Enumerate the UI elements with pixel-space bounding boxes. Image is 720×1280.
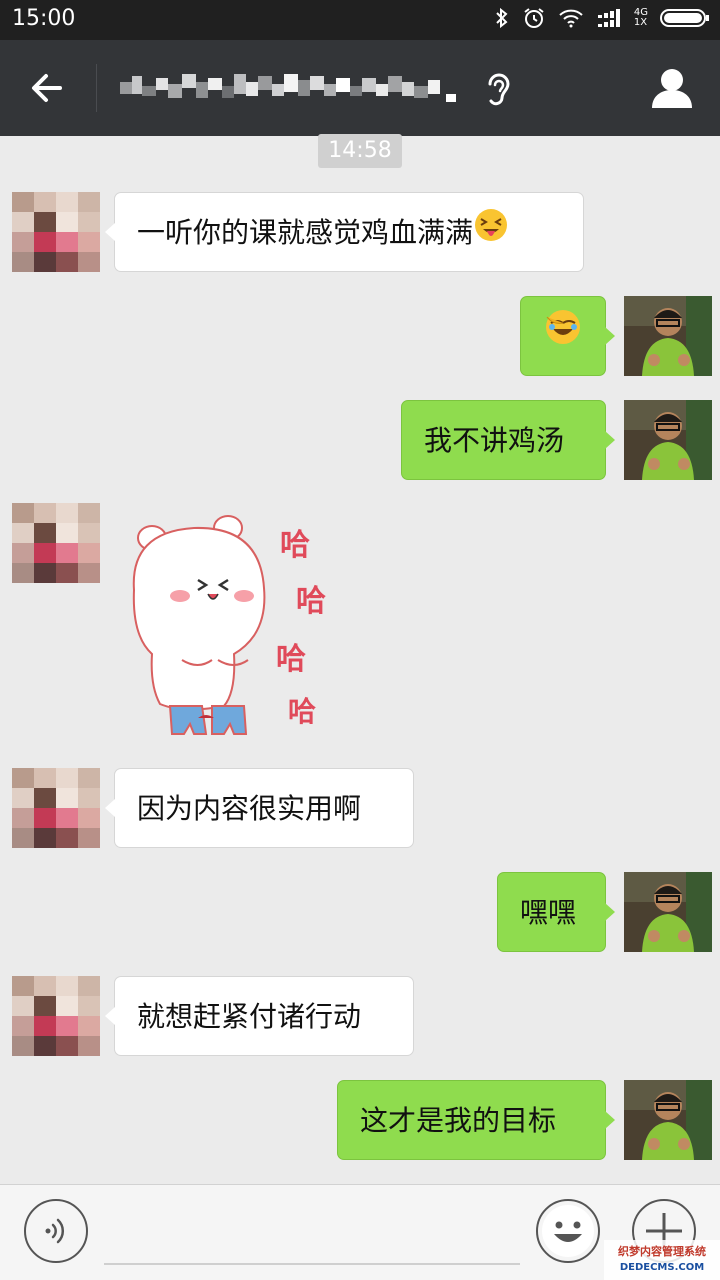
status-time: 15:00 [12,6,76,31]
wifi-icon [559,9,583,28]
bluetooth-icon [496,7,508,29]
message-input[interactable] [104,1263,520,1265]
contact-avatar[interactable] [12,768,100,848]
ear-icon[interactable] [484,68,514,110]
contact-avatar[interactable] [12,503,100,583]
user-avatar[interactable] [624,1080,712,1160]
contact-avatar[interactable] [12,976,100,1056]
message-text: 一听你的课就感觉鸡血满满 [137,216,474,249]
facepalm-laugh-emoji [543,298,583,378]
message-text: 就想赶紧付诸行动 [137,1000,362,1033]
watermark: 织梦内容管理系统 DEDECMS.COM [604,1240,720,1280]
user-avatar[interactable] [624,400,712,480]
sticker-laugh-text: 哈 [288,695,317,728]
pixelated-title [120,74,456,102]
network-label: 4G 1X [633,7,648,28]
message-text: 嘿嘿 [520,896,577,929]
chat-header [0,40,720,136]
sticker-laugh-text: 哈 [296,584,326,619]
nav-divider [96,64,97,112]
status-icons: 4G 1X [494,6,710,30]
signal-icon [597,9,620,27]
user-avatar[interactable] [624,296,712,376]
back-arrow-icon[interactable] [24,66,74,110]
message-bubble-right[interactable]: 我不讲鸡汤 [401,400,615,480]
profile-icon[interactable] [648,64,696,112]
message-bubble-left[interactable]: 一听你的课就感觉鸡血满满 [105,192,584,274]
message-text: 我不讲鸡汤 [424,424,565,457]
message-text: 因为内容很实用啊 [137,792,362,825]
message-bubble-right[interactable]: 这才是我的目标 [337,1080,615,1160]
sticker-icon [542,1205,594,1257]
sticker-laugh-text: 哈 [280,528,310,563]
sticker-laugh-text: 哈 [276,642,306,677]
laughing-bear-sticker[interactable]: 哈 哈 哈 哈 [120,510,340,750]
voice-icon [45,1218,65,1244]
chat-title-obscured [120,68,470,110]
message-bubble-right[interactable] [520,296,615,378]
status-bar: 15:00 4G 1X [0,0,720,40]
chat-timestamp: 14:58 [318,134,402,168]
message-bubble-left[interactable]: 就想赶紧付诸行动 [105,976,414,1056]
tongue-out-emoji [473,194,509,274]
alarm-icon [524,8,544,28]
message-bubble-left[interactable]: 因为内容很实用啊 [105,768,414,848]
message-bubble-right[interactable]: 嘿嘿 [497,872,615,952]
sticker-button[interactable] [536,1199,600,1263]
voice-button[interactable] [24,1199,88,1263]
battery-icon [660,9,709,27]
message-text: 这才是我的目标 [360,1104,557,1137]
user-avatar[interactable] [624,872,712,952]
contact-avatar[interactable] [12,192,100,272]
